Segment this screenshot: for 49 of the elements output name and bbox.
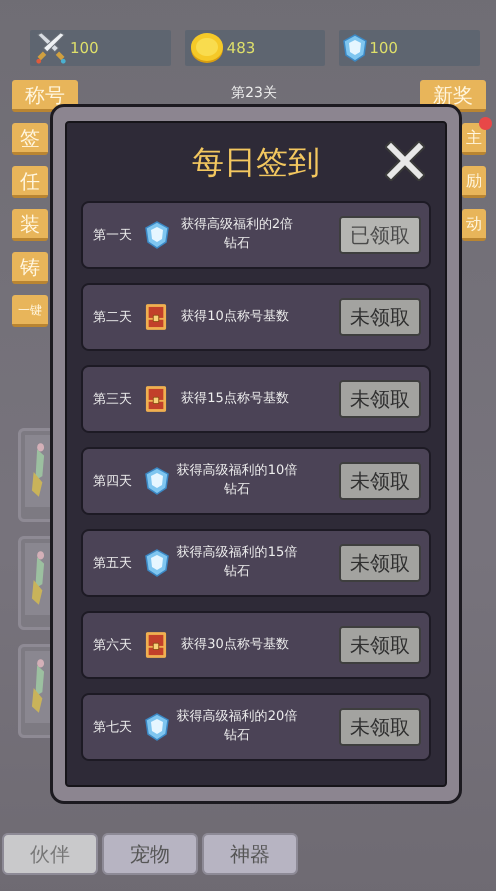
side-menu-button[interactable]: 动 xyxy=(462,209,486,241)
close-icon[interactable] xyxy=(385,141,425,181)
day-label: 第六天 xyxy=(93,637,133,654)
day-label: 第二天 xyxy=(93,309,133,326)
chest-icon xyxy=(145,385,167,413)
resource-counter: 100 xyxy=(30,30,171,66)
side-menu-button[interactable]: 签 xyxy=(12,123,48,155)
chest-icon xyxy=(145,303,167,331)
claim-button[interactable]: 未领取 xyxy=(339,380,421,418)
bottom-tab[interactable]: 伙伴 xyxy=(2,833,98,875)
side-menu-button[interactable]: 铸 xyxy=(12,252,48,284)
bottom-tab[interactable]: 神器 xyxy=(202,833,298,875)
reward-text: 获得高级福利的20倍钻石 xyxy=(176,708,298,745)
side-menu-button[interactable]: 主 xyxy=(462,123,486,155)
claim-button[interactable]: 未领取 xyxy=(339,626,421,664)
reward-text: 获得10点称号基数 xyxy=(180,308,290,326)
claim-button[interactable]: 未领取 xyxy=(339,298,421,336)
claim-button[interactable]: 未领取 xyxy=(339,708,421,746)
stage-label: 第23关 xyxy=(231,84,277,102)
day-label: 第一天 xyxy=(93,227,133,244)
side-menu-button[interactable]: 任 xyxy=(12,166,48,198)
side-menu-button[interactable]: 称号 xyxy=(12,80,78,112)
gem-icon xyxy=(343,34,368,62)
coin-icon xyxy=(188,31,225,65)
crossed-swords-icon xyxy=(34,31,68,65)
bottom-tab[interactable]: 宠物 xyxy=(102,833,198,875)
day-label: 第四天 xyxy=(93,473,133,490)
gem-icon xyxy=(145,549,169,577)
dialog-title: 每日签到 xyxy=(192,142,320,183)
gem-icon xyxy=(145,467,169,495)
side-menu-button[interactable]: 励 xyxy=(462,166,486,198)
reward-text: 获得30点称号基数 xyxy=(180,636,290,654)
day-label: 第七天 xyxy=(93,719,133,736)
reward-text: 获得高级福利的10倍钻石 xyxy=(176,462,298,499)
reward-text: 获得高级福利的2倍钻石 xyxy=(180,216,294,253)
resource-counter: 483 xyxy=(184,30,326,66)
side-menu-button[interactable]: 一键 xyxy=(12,295,48,327)
day-label: 第三天 xyxy=(93,391,133,408)
claim-button[interactable]: 未领取 xyxy=(339,544,421,582)
chest-icon xyxy=(145,631,167,659)
gem-icon xyxy=(145,713,169,741)
resource-counter: 100 xyxy=(339,30,480,66)
reward-text: 获得15点称号基数 xyxy=(180,390,290,408)
claim-button[interactable]: 未领取 xyxy=(339,462,421,500)
side-menu-button[interactable]: 装 xyxy=(12,209,48,241)
day-label: 第五天 xyxy=(93,555,133,572)
gem-icon xyxy=(145,221,169,249)
reward-text: 获得高级福利的15倍钻石 xyxy=(176,544,298,581)
claim-button[interactable]: 已领取 xyxy=(339,216,421,254)
